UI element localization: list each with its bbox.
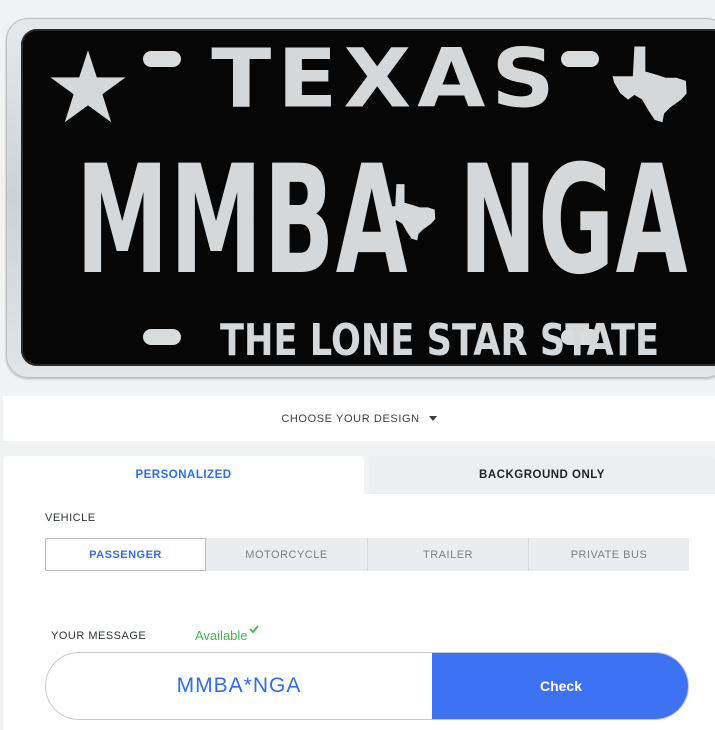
plate-number-right: NGA	[459, 134, 689, 308]
tab-background-only[interactable]: BACKGROUND ONLY	[369, 456, 715, 494]
choose-design-dropdown[interactable]: CHOOSE YOUR DESIGN	[3, 396, 715, 441]
caret-down-icon	[428, 416, 437, 421]
check-button-label: Check	[539, 678, 583, 694]
mounting-slot	[143, 51, 181, 67]
choose-design-label: CHOOSE YOUR DESIGN	[281, 412, 420, 425]
vehicle-option-label: PASSENGER	[89, 548, 162, 561]
message-field: Check	[45, 652, 689, 720]
tab-background-only-label: BACKGROUND ONLY	[479, 469, 605, 481]
tab-personalized-label: PERSONALIZED	[135, 469, 232, 481]
availability-status: Available	[195, 625, 259, 643]
plate-face: TEXAS MMBA NGA THE LONE STAR STATE	[21, 29, 715, 366]
texas-shape-separator-icon	[380, 184, 436, 241]
mounting-slot	[143, 329, 181, 345]
vehicle-option-passenger[interactable]: PASSENGER	[45, 538, 206, 571]
star-icon	[50, 50, 126, 123]
your-message-label: YOUR MESSAGE	[51, 630, 147, 642]
vehicle-option-motorcycle[interactable]: MOTORCYCLE	[206, 538, 367, 571]
check-button[interactable]: Check	[432, 653, 688, 719]
plate-frame: TEXAS MMBA NGA THE LONE STAR STATE	[6, 18, 715, 378]
texas-shape-icon	[612, 46, 687, 123]
vehicle-option-label: TRAILER	[423, 548, 473, 561]
tab-personalized[interactable]: PERSONALIZED	[3, 456, 364, 494]
plate-number-left: MMBA	[76, 134, 409, 308]
availability-text: Available	[195, 628, 248, 643]
vehicle-label: VEHICLE	[45, 512, 96, 524]
plate-state-name: TEXAS	[211, 31, 561, 126]
checkmark-icon	[248, 625, 259, 633]
vehicle-option-trailer[interactable]: TRAILER	[368, 538, 528, 571]
vehicle-option-label: PRIVATE BUS	[570, 548, 648, 561]
vehicle-option-private-bus[interactable]: PRIVATE BUS	[529, 538, 689, 571]
plate-tagline: THE LONE STAR STATE	[220, 315, 660, 366]
license-plate-preview: TEXAS MMBA NGA THE LONE STAR STATE	[0, 0, 715, 390]
vehicle-option-label: MOTORCYCLE	[245, 548, 328, 561]
message-input[interactable]	[46, 653, 432, 719]
